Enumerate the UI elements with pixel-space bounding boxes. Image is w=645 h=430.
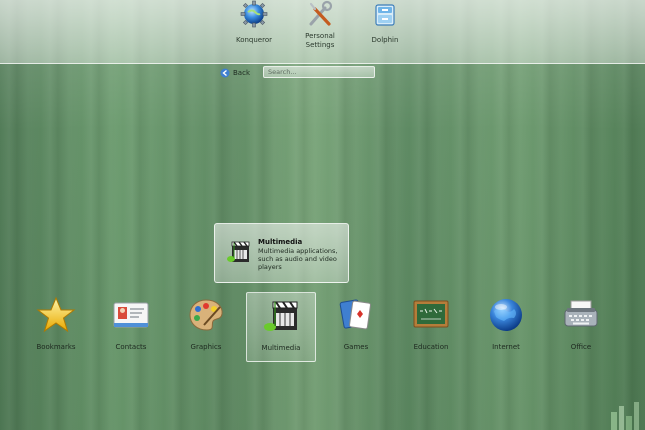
favorite-label: Konqueror — [235, 36, 273, 44]
favorite-konqueror[interactable]: Konqueror — [224, 0, 284, 45]
category-label: Office — [570, 343, 592, 351]
multimedia-clapperboard-icon — [264, 301, 298, 331]
playing-cards-icon — [339, 299, 371, 330]
category-label: Bookmarks — [36, 343, 76, 351]
category-office[interactable]: Office — [546, 292, 616, 362]
category-multimedia[interactable]: Multimedia — [246, 292, 316, 362]
category-label: Graphics — [190, 343, 222, 351]
favorites-bar: Konqueror Personal Settings Dolphin — [0, 0, 645, 64]
category-label: Internet — [492, 343, 520, 351]
favorite-personal-settings[interactable]: Personal Settings — [290, 0, 350, 50]
back-arrow-icon — [220, 68, 230, 78]
category-label: Multimedia — [261, 344, 301, 352]
chalkboard-icon — [413, 300, 449, 328]
star-icon — [36, 296, 76, 333]
dolphin-file-manager-icon — [375, 4, 395, 26]
category-label: Education — [413, 343, 449, 351]
favorite-dolphin[interactable]: Dolphin — [355, 0, 415, 45]
contact-card-icon — [113, 302, 149, 328]
favorite-label: Dolphin — [371, 36, 399, 44]
favorite-label: Personal Settings — [305, 32, 335, 49]
personal-settings-tools-icon — [309, 0, 333, 26]
category-education[interactable]: Education — [396, 292, 466, 362]
paint-palette-icon — [189, 299, 223, 331]
corner-decoration — [611, 402, 639, 430]
category-contacts[interactable]: Contacts — [96, 292, 166, 362]
back-button[interactable]: Back — [220, 67, 250, 79]
category-label: Games — [343, 343, 369, 351]
category-graphics[interactable]: Graphics — [171, 292, 241, 362]
category-internet[interactable]: Internet — [471, 292, 541, 362]
category-tooltip: Multimedia Multimedia applications, such… — [214, 223, 349, 283]
back-label: Back — [233, 69, 250, 77]
category-games[interactable]: Games — [321, 292, 391, 362]
category-label: Contacts — [115, 343, 147, 351]
search-input[interactable] — [263, 66, 375, 78]
tooltip-title: Multimedia — [258, 238, 303, 246]
desktop-background — [0, 0, 645, 430]
multimedia-clapperboard-icon — [227, 241, 250, 262]
category-bookmarks[interactable]: Bookmarks — [21, 292, 91, 362]
konqueror-globe-icon — [240, 0, 268, 28]
globe-icon — [490, 299, 522, 331]
tooltip-description: Multimedia applications, such as audio a… — [258, 247, 338, 271]
typewriter-icon — [564, 300, 598, 327]
